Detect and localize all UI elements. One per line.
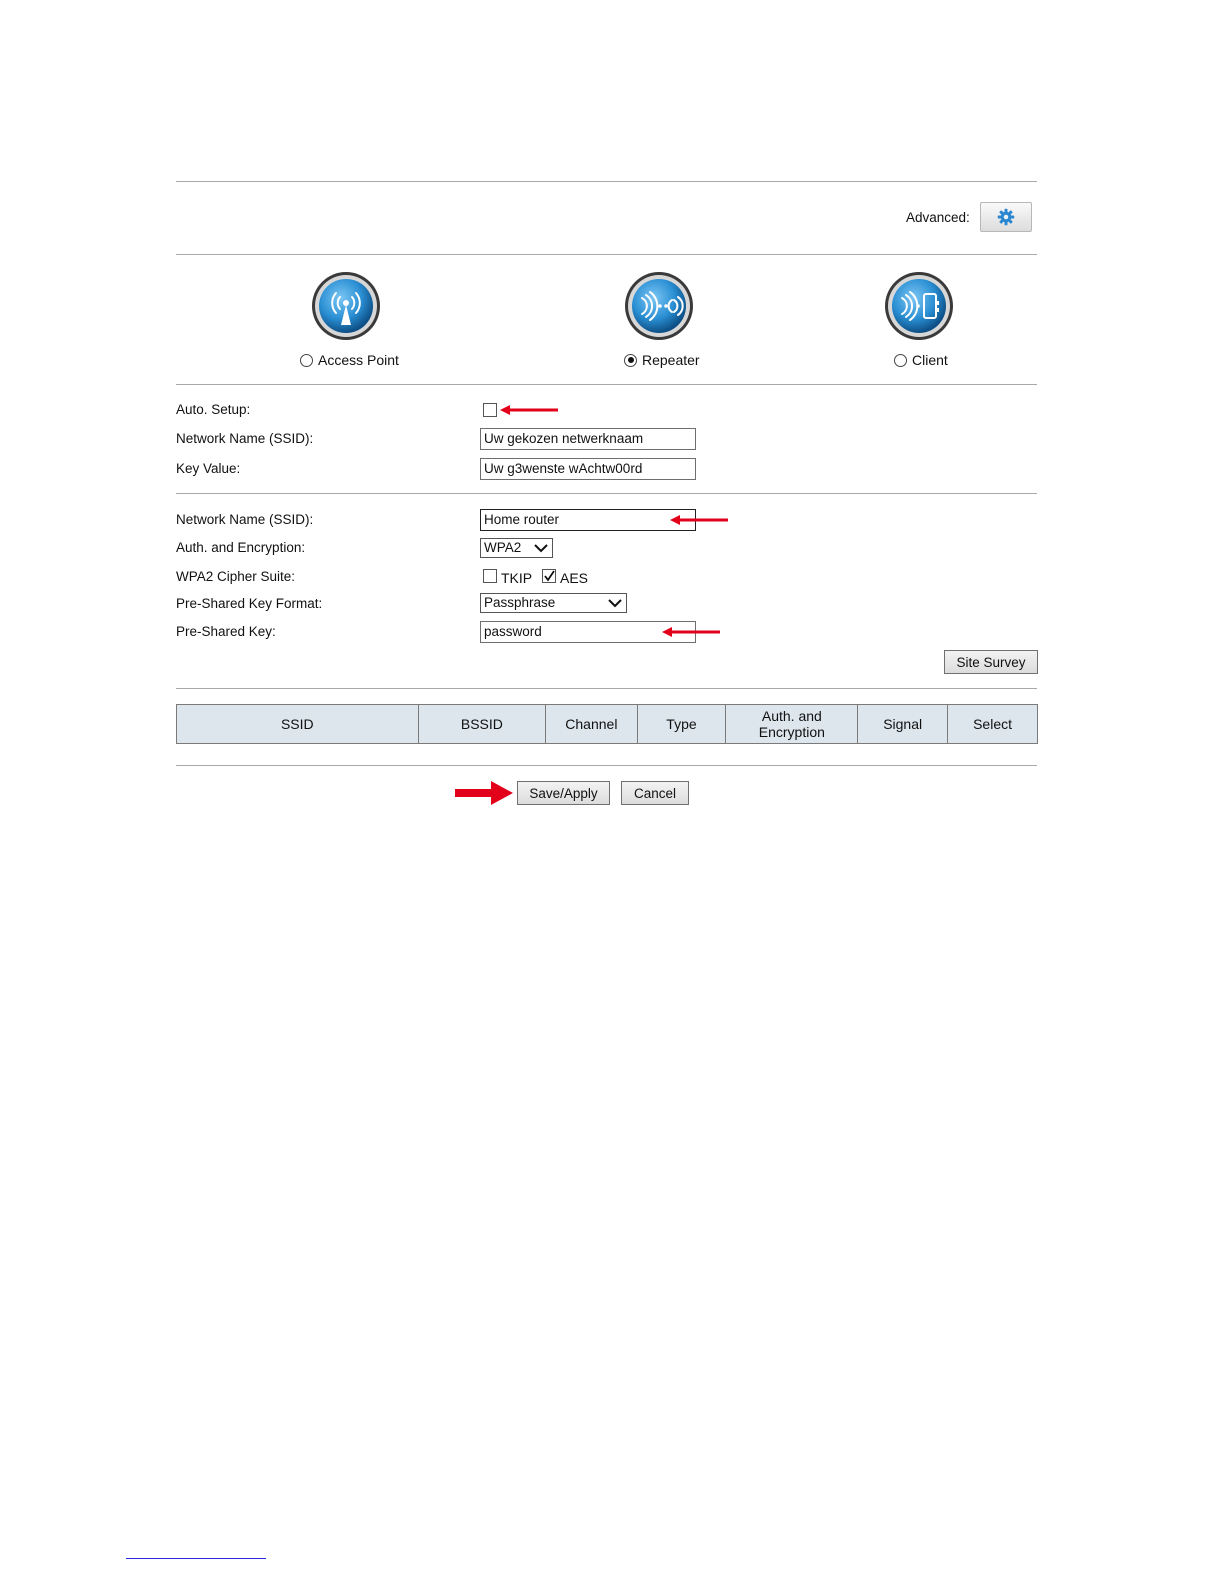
key-value-input[interactable]: Uw g3wenste wAchtw00rd [480,458,696,480]
mode-option-client[interactable]: Client [894,352,948,368]
psk-format-label: Pre-Shared Key Format: [176,596,323,611]
repeater-radio[interactable] [624,353,637,367]
divider [176,254,1037,255]
psk-format-value: Passphrase [484,595,556,610]
divider [176,765,1037,766]
annotation-arrow [662,627,720,637]
remote-ssid-label: Network Name (SSID): [176,512,314,527]
cancel-button[interactable]: Cancel [621,781,689,805]
divider [176,493,1037,494]
chevron-down-icon [608,599,622,608]
divider [176,384,1037,385]
local-ssid-label: Network Name (SSID): [176,431,314,446]
advanced-label: Advanced: [906,210,970,225]
column-header: SSID [176,704,419,744]
site-survey-button[interactable]: Site Survey [944,650,1038,674]
tkip-checkbox[interactable] [483,569,497,583]
column-header: Auth. and Encryption [725,704,859,744]
auth-encryption-value: WPA2 [484,540,522,555]
footnote-separator [126,1558,266,1559]
annotation-arrow [455,781,513,805]
checkmark-icon [544,570,555,582]
mode-option-access-point[interactable]: Access Point [300,352,399,368]
column-header-label: Auth. and Encryption [758,708,825,740]
annotation-arrow [670,515,728,525]
repeater-icon[interactable] [624,271,694,341]
column-header: Type [636,704,727,744]
auth-encryption-label: Auth. and Encryption: [176,540,306,555]
annotation-arrow [500,405,558,415]
aes-checkbox[interactable] [542,569,556,583]
table-header-row: SSID BSSID Channel Type Auth. and Encryp… [176,704,1038,744]
save-apply-button[interactable]: Save/Apply [517,781,610,805]
psk-format-select[interactable]: Passphrase [480,593,627,613]
psk-label: Pre-Shared Key: [176,624,276,639]
repeater-label: Repeater [642,352,700,368]
access-point-label: Access Point [318,352,399,368]
cipher-suite-label: WPA2 Cipher Suite: [176,569,296,584]
remote-ssid-input[interactable]: Home router [480,509,696,531]
column-header: Select [947,704,1038,744]
client-radio[interactable] [894,353,907,367]
access-point-radio[interactable] [300,353,313,367]
site-survey-table: SSID BSSID Channel Type Auth. and Encryp… [176,704,1038,744]
column-header: BSSID [417,704,547,744]
auto-setup-label: Auto. Setup: [176,402,251,417]
client-icon[interactable] [884,271,954,341]
column-header: Signal [857,704,949,744]
local-ssid-input[interactable]: Uw gekozen netwerknaam [480,428,696,450]
auth-encryption-select[interactable]: WPA2 [480,538,553,558]
tkip-label: TKIP [501,570,533,586]
chevron-down-icon [534,544,548,553]
key-value-label: Key Value: [176,461,241,476]
mode-option-repeater[interactable]: Repeater [624,352,700,368]
client-label: Client [912,352,948,368]
divider [176,688,1037,689]
aes-label: AES [560,570,589,586]
gear-icon [997,208,1015,226]
advanced-settings-button[interactable] [980,202,1032,232]
auto-setup-checkbox[interactable] [483,403,497,417]
column-header: Channel [545,704,638,744]
access-point-icon[interactable] [311,271,381,341]
divider [176,181,1037,182]
